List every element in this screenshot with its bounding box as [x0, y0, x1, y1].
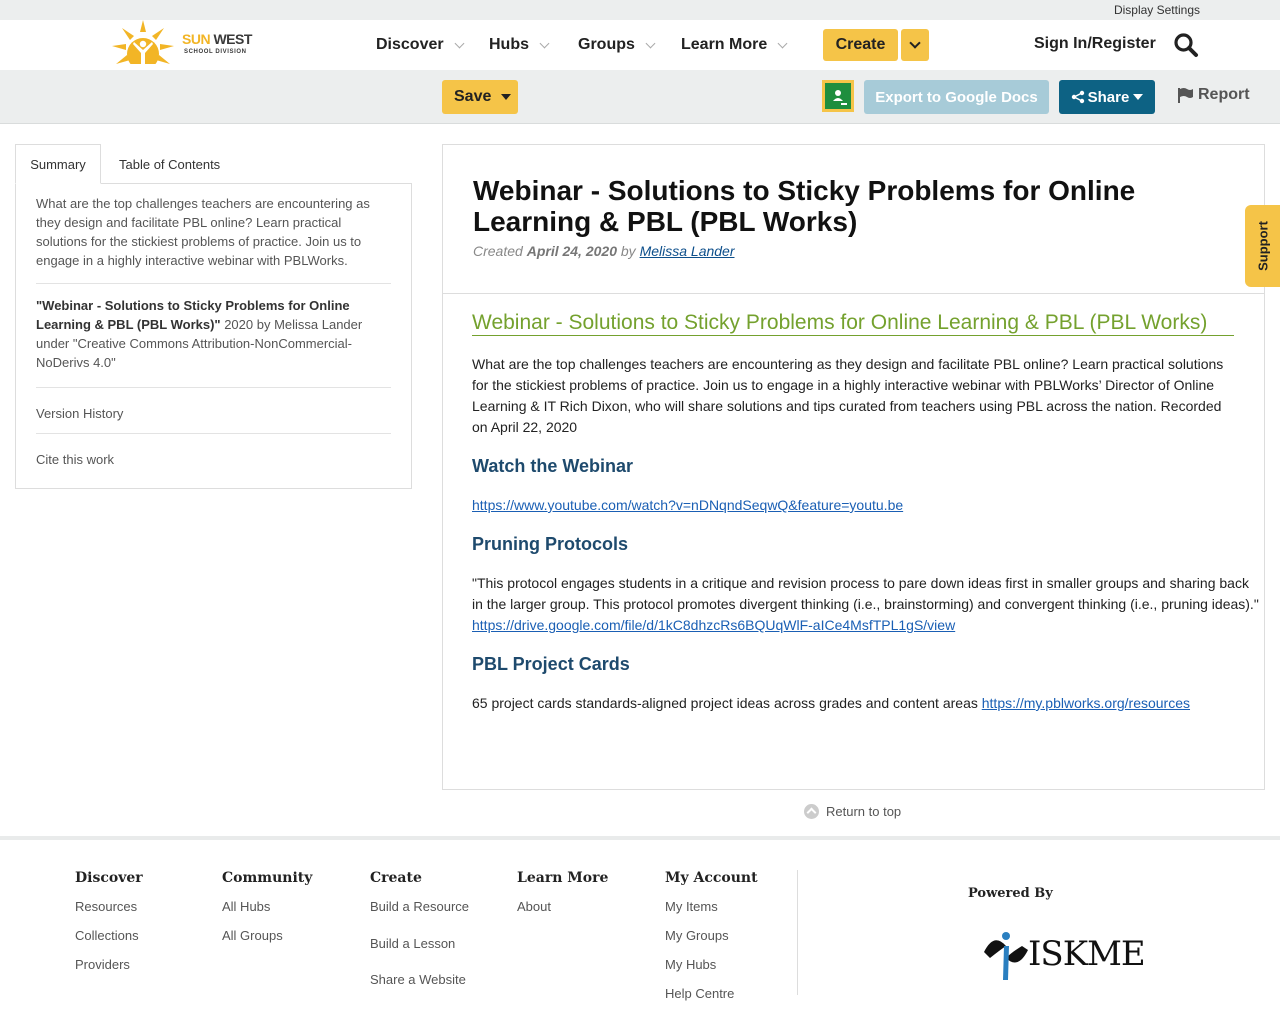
intro-paragraph: What are the top challenges teachers are… [472, 356, 1224, 435]
summary-text: What are the top challenges teachers are… [36, 184, 391, 284]
footer-link-all-hubs[interactable]: All Hubs [222, 899, 312, 928]
site-footer: Discover Resources Collections Providers… [0, 836, 1280, 1024]
chevron-down-icon [777, 38, 788, 48]
footer-link-all-groups[interactable]: All Groups [222, 928, 312, 957]
footer-heading: My Account [665, 870, 758, 886]
create-dropdown-toggle[interactable] [901, 29, 929, 61]
arrow-up-icon [804, 804, 819, 819]
resource-toolbar: Save Export to Google Docs Share Report [0, 70, 1280, 124]
caret-down-icon [1133, 94, 1144, 100]
footer-link-build-resource[interactable]: Build a Resource [370, 899, 469, 936]
summary-panel: What are the top challenges teachers are… [15, 183, 412, 489]
sun-west-logo[interactable]: SUN WEST SCHOOL DIVISION [112, 20, 257, 68]
export-google-docs-button[interactable]: Export to Google Docs [864, 80, 1049, 114]
share-button[interactable]: Share [1059, 80, 1155, 114]
iskme-swirl-icon [984, 932, 1028, 980]
footer-my-account: My Account My Items My Groups My Hubs He… [665, 870, 758, 1015]
nav-hubs[interactable]: Hubs [489, 20, 550, 70]
footer-link-resources[interactable]: Resources [75, 899, 143, 928]
cards-link[interactable]: https://my.pblworks.org/resources [982, 695, 1190, 711]
caret-down-icon [501, 94, 512, 100]
footer-heading: Create [370, 870, 422, 886]
create-button[interactable]: Create [823, 29, 898, 61]
return-to-top-link[interactable]: Return to top [804, 804, 901, 819]
footer-link-share-website[interactable]: Share a Website [370, 972, 469, 1001]
footer-link-help-centre[interactable]: Help Centre [665, 986, 758, 1015]
page-title: Webinar - Solutions to Sticky Problems f… [473, 175, 1136, 237]
nav-groups[interactable]: Groups [578, 20, 656, 70]
resource-meta: Created April 24, 2020 by Melissa Lander [473, 243, 735, 259]
footer-community: Community All Hubs All Groups [222, 870, 312, 957]
tab-summary[interactable]: Summary [15, 144, 101, 184]
resource-title-link[interactable]: Webinar - Solutions to Sticky Problems f… [472, 312, 1234, 336]
footer-link-my-groups[interactable]: My Groups [665, 928, 758, 957]
report-button[interactable]: Report [1177, 86, 1250, 104]
footer-learn-more: Learn More About [517, 870, 608, 928]
footer-link-collections[interactable]: Collections [75, 928, 143, 957]
save-button[interactable]: Save [442, 80, 518, 114]
cite-work-link[interactable]: Cite this work [36, 434, 391, 480]
footer-heading: Learn More [517, 870, 609, 886]
left-tabs: Summary Table of Contents [15, 144, 412, 184]
footer-create: Create Build a Resource Build a Lesson S… [370, 870, 469, 1001]
sign-in-register-link[interactable]: Sign In/Register [1034, 35, 1156, 53]
logo-title: SUN WEST [182, 31, 252, 47]
tab-table-of-contents[interactable]: Table of Contents [119, 144, 220, 184]
nav-learn-more[interactable]: Learn More [681, 20, 788, 70]
utility-bar: Display Settings [0, 0, 1280, 20]
share-icon [1071, 90, 1084, 104]
heading-project-cards: PBL Project Cards [472, 654, 630, 674]
footer-link-providers[interactable]: Providers [75, 957, 143, 986]
sun-logo-icon [112, 20, 174, 68]
pruning-paragraph: "This protocol engages students in a cri… [472, 575, 1259, 633]
attribution-text: "Webinar - Solutions to Sticky Problems … [36, 284, 391, 388]
display-settings-link[interactable]: Display Settings [1114, 3, 1200, 17]
version-history-link[interactable]: Version History [36, 388, 391, 434]
footer-heading: Discover [75, 870, 143, 886]
search-icon[interactable] [1173, 32, 1199, 58]
nav-discover[interactable]: Discover [376, 20, 465, 70]
footer-link-build-lesson[interactable]: Build a Lesson [370, 936, 469, 972]
resource-header: Webinar - Solutions to Sticky Problems f… [443, 145, 1264, 294]
heading-watch-webinar: Watch the Webinar [472, 456, 634, 476]
chevron-down-icon [909, 37, 921, 49]
footer-heading: Community [222, 870, 313, 886]
chevron-down-icon [645, 38, 656, 48]
resource-body: Webinar - Solutions to Sticky Problems f… [472, 312, 1262, 714]
chevron-down-icon [454, 38, 465, 48]
google-classroom-icon[interactable] [822, 80, 854, 112]
support-tab[interactable]: Support [1245, 205, 1280, 287]
author-link[interactable]: Melissa Lander [640, 243, 735, 259]
chevron-down-icon [539, 38, 550, 48]
footer-link-my-hubs[interactable]: My Hubs [665, 957, 758, 986]
pruning-link[interactable]: https://drive.google.com/file/d/1kC8dhzc… [472, 617, 955, 633]
webinar-link[interactable]: https://www.youtube.com/watch?v=nDNqndSe… [472, 497, 903, 513]
footer-discover: Discover Resources Collections Providers [75, 870, 143, 986]
heading-pruning-protocols: Pruning Protocols [472, 534, 629, 554]
footer-divider [797, 870, 798, 995]
powered-by-label: Powered By [968, 886, 1053, 901]
site-header: SUN WEST SCHOOL DIVISION Discover Hubs G… [0, 20, 1280, 70]
footer-link-about[interactable]: About [517, 899, 608, 928]
webinar-paragraph: https://www.youtube.com/watch?v=nDNqndSe… [472, 495, 1234, 516]
iskme-logo[interactable]: ISKME [976, 922, 1151, 982]
footer-link-my-items[interactable]: My Items [665, 899, 758, 928]
logo-subtitle: SCHOOL DIVISION [184, 49, 247, 55]
cards-paragraph: 65 project cards standards-aligned proje… [472, 695, 1191, 711]
flag-icon [1178, 88, 1193, 103]
